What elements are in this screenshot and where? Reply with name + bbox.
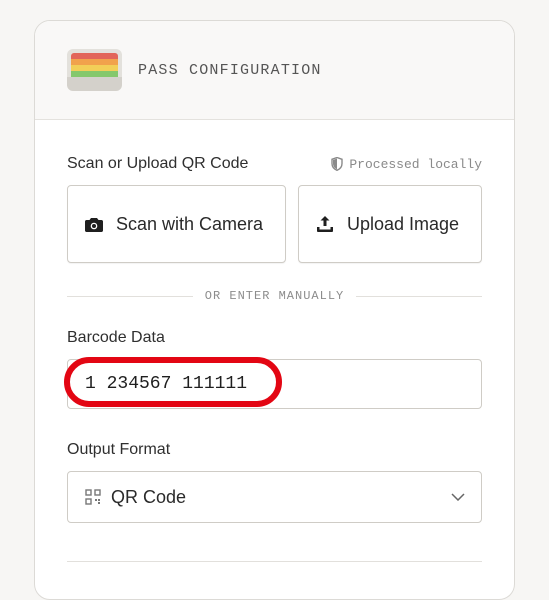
- divider-text: OR ENTER MANUALLY: [204, 289, 345, 303]
- camera-icon: [84, 217, 104, 232]
- card-body: Scan or Upload QR Code Processed locally: [35, 154, 514, 562]
- processed-locally-note: Processed locally: [331, 157, 482, 172]
- processed-locally-text: Processed locally: [349, 156, 482, 172]
- upload-image-button[interactable]: Upload Image: [298, 185, 482, 263]
- barcode-data-field-wrapper: [64, 357, 482, 409]
- wallet-icon: [67, 49, 122, 91]
- scan-with-camera-button[interactable]: Scan with Camera: [67, 185, 286, 263]
- barcode-data-label: Barcode Data: [67, 329, 165, 346]
- upload-image-label: Upload Image: [346, 213, 460, 234]
- output-format-label: Output Format: [67, 441, 171, 458]
- scan-with-camera-label: Scan with Camera: [115, 213, 264, 234]
- output-format-select[interactable]: QR Code: [67, 471, 482, 523]
- card-header: PASS CONFIGURATION: [35, 21, 514, 120]
- scan-label-row: Scan or Upload QR Code Processed locally: [67, 154, 482, 174]
- chevron-down-icon: [451, 493, 465, 501]
- section-divider: [67, 561, 482, 562]
- qr-code-icon: [85, 489, 101, 505]
- output-format-value: QR Code: [111, 486, 187, 507]
- shield-icon: [331, 157, 344, 171]
- scan-upload-label: Scan or Upload QR Code: [67, 155, 249, 172]
- manual-entry-divider: OR ENTER MANUALLY: [67, 288, 483, 304]
- upload-icon: [315, 215, 335, 233]
- card-title: PASS CONFIGURATION: [138, 61, 322, 79]
- scan-buttons: Scan with Camera Upload Image: [67, 185, 482, 263]
- pass-configuration-card: PASS CONFIGURATION Scan or Upload QR Cod…: [34, 20, 515, 600]
- barcode-data-input[interactable]: [68, 360, 481, 408]
